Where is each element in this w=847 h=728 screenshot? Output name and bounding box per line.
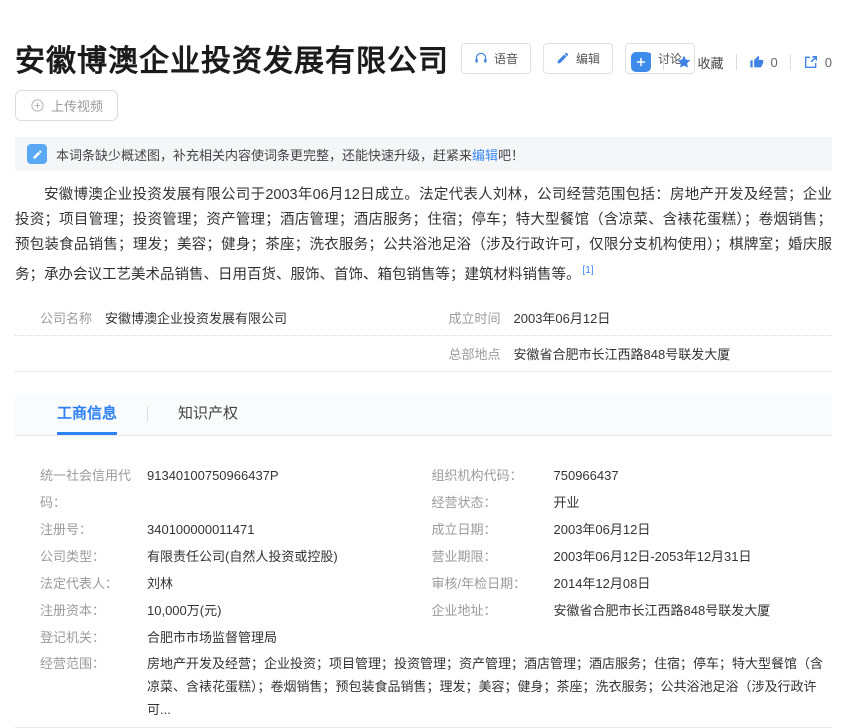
page-title: 安徽博澳企业投资发展有限公司 — [15, 36, 449, 80]
field-label: 经营范围： — [15, 652, 147, 721]
field-label: 总部地点 — [424, 344, 514, 363]
field-value: 安徽省合肥市长江西路848号联发大厦 — [514, 344, 731, 363]
notice-bar: 本词条缺少概述图，补充相关内容使词条更完整，还能快速升级，赶紧来编辑吧！ — [15, 137, 832, 171]
field-value: 750966437 — [554, 462, 619, 489]
edit-button[interactable]: 编辑 — [543, 43, 613, 74]
field-label: 组织机构代码： — [424, 462, 554, 489]
table-row: 审核/年检日期：2014年12月08日 — [424, 570, 833, 597]
field-value: 安徽博澳企业投资发展有限公司 — [105, 308, 287, 327]
field-value: 2014年12月08日 — [554, 570, 651, 597]
table-row: 统一社会信用代码：91340100750966437P — [15, 462, 424, 516]
table-row: 组织机构代码：750966437 — [424, 462, 833, 489]
voice-label: 语音 — [494, 50, 518, 67]
field-value: 340100000011471 — [147, 516, 255, 543]
field-label: 法定代表人： — [15, 570, 147, 597]
business-info-left-column: 统一社会信用代码：91340100750966437P 注册号：34010000… — [15, 462, 424, 651]
tab-intellectual-property[interactable]: 知识产权 — [178, 393, 238, 435]
share-button[interactable]: 0 — [803, 54, 832, 70]
divider — [790, 54, 791, 70]
favorite-label: 收藏 — [698, 53, 724, 72]
field-value: 有限责任公司(自然人投资或控股) — [147, 543, 338, 570]
voice-button[interactable]: 语音 — [461, 43, 531, 74]
field-label: 成立时间 — [424, 308, 514, 327]
upload-video-label: 上传视频 — [51, 96, 103, 115]
table-row: 公司名称 安徽博澳企业投资发展有限公司 成立时间 2003年06月12日 — [15, 300, 832, 336]
star-icon — [676, 54, 692, 70]
field-label: 统一社会信用代码： — [15, 462, 147, 516]
edit-label: 编辑 — [576, 50, 600, 67]
notice-text: 本词条缺少概述图，补充相关内容使词条更完整，还能快速升级，赶紧来编辑吧！ — [56, 145, 524, 164]
pencil-icon — [556, 51, 570, 65]
page: 收藏 0 0 安徽博澳企业投资发展有限公司 语音 编辑 讨论 上传视频 — [0, 36, 847, 728]
field-label: 注册号： — [15, 516, 147, 543]
circle-plus-icon — [30, 98, 45, 113]
like-count: 0 — [771, 55, 778, 70]
field-value: 房地产开发及经营；企业投资；项目管理；投资管理；资产管理；酒店管理；酒店服务；住… — [147, 652, 832, 721]
field-label: 企业地址： — [424, 597, 554, 624]
business-info-section: 统一社会信用代码：91340100750966437P 注册号：34010000… — [15, 462, 832, 728]
field-label: 成立日期： — [424, 516, 554, 543]
add-button[interactable] — [631, 52, 651, 72]
table-row: 企业地址：安徽省合肥市长江西路848号联发大厦 — [424, 597, 833, 624]
table-row: 营业期限：2003年06月12日-2053年12月31日 — [424, 543, 833, 570]
divider — [147, 406, 148, 422]
field-label: 审核/年检日期： — [424, 570, 554, 597]
table-row: 总部地点 安徽省合肥市长江西路848号联发大厦 — [15, 336, 832, 372]
favorite-button[interactable]: 收藏 — [676, 53, 724, 72]
plus-icon — [635, 56, 647, 68]
field-value: 2003年06月12日 — [514, 308, 611, 327]
founded-date-cell: 成立时间 2003年06月12日 — [424, 308, 833, 327]
field-label: 经营状态： — [424, 489, 554, 516]
notice-edit-link[interactable]: 编辑 — [472, 148, 498, 163]
divider — [736, 54, 737, 70]
business-info-right-column: 组织机构代码：750966437 经营状态：开业 成立日期：2003年06月12… — [424, 462, 833, 651]
upload-video-button[interactable]: 上传视频 — [15, 90, 118, 121]
table-row: 登记机关：合肥市市场监督管理局 — [15, 624, 424, 651]
basic-info-table: 公司名称 安徽博澳企业投资发展有限公司 成立时间 2003年06月12日 总部地… — [15, 300, 832, 372]
field-value: 91340100750966437P — [147, 462, 279, 516]
field-value: 开业 — [554, 489, 580, 516]
table-row: 法定代表人：刘林 — [15, 570, 424, 597]
summary-paragraph: 安徽博澳企业投资发展有限公司于2003年06月12日成立。法定代表人刘林，公司经… — [15, 183, 832, 288]
top-action-bar: 收藏 0 0 — [631, 52, 832, 72]
field-value: 合肥市市场监督管理局 — [147, 624, 277, 651]
field-label: 公司名称 — [15, 308, 105, 327]
divider — [663, 54, 664, 70]
field-label: 营业期限： — [424, 543, 554, 570]
table-row: 注册资本：10,000万(元) — [15, 597, 424, 624]
tab-bar: 工商信息 知识产权 — [15, 394, 832, 436]
field-value: 刘林 — [147, 570, 173, 597]
company-name-cell: 公司名称 安徽博澳企业投资发展有限公司 — [15, 308, 424, 327]
headphone-icon — [474, 51, 488, 65]
field-label: 注册资本： — [15, 597, 147, 624]
table-row: 成立日期：2003年06月12日 — [424, 516, 833, 543]
field-label: 公司类型： — [15, 543, 147, 570]
table-row: 经营状态：开业 — [424, 489, 833, 516]
field-value: 10,000万(元) — [147, 597, 221, 624]
table-row: 公司类型：有限责任公司(自然人投资或控股) — [15, 543, 424, 570]
table-row: 注册号：340100000011471 — [15, 516, 424, 543]
field-value: 2003年06月12日-2053年12月31日 — [554, 543, 752, 570]
notice-pencil-icon — [27, 144, 47, 164]
share-icon — [803, 54, 819, 70]
headquarters-cell: 总部地点 安徽省合肥市长江西路848号联发大厦 — [424, 344, 833, 363]
thumbs-up-icon — [749, 54, 765, 70]
tab-business-info[interactable]: 工商信息 — [57, 393, 117, 435]
field-value: 2003年06月12日 — [554, 516, 651, 543]
reference-link[interactable]: [1] — [583, 265, 594, 276]
share-count: 0 — [825, 55, 832, 70]
field-value: 安徽省合肥市长江西路848号联发大厦 — [554, 597, 771, 624]
field-label: 登记机关： — [15, 624, 147, 651]
like-button[interactable]: 0 — [749, 54, 778, 70]
business-scope-row: 经营范围： 房地产开发及经营；企业投资；项目管理；投资管理；资产管理；酒店管理；… — [15, 652, 832, 721]
